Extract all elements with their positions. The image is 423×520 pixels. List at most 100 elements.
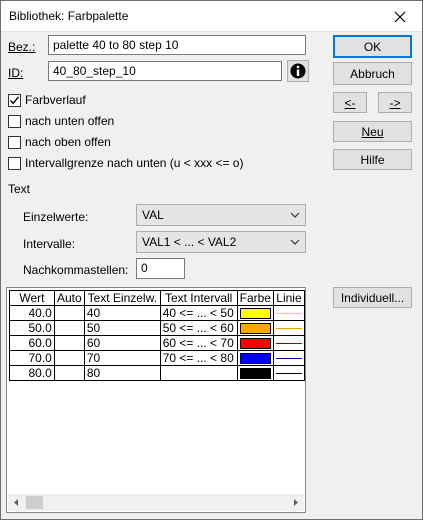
chevron-down-icon bbox=[290, 239, 300, 245]
id-label: ID: bbox=[8, 66, 24, 80]
close-icon bbox=[394, 11, 406, 22]
checkbox-label: nach oben offen bbox=[25, 135, 111, 149]
cell-linie[interactable] bbox=[272, 365, 306, 381]
einzelwerte-label: Einzelwerte: bbox=[23, 210, 89, 224]
column-header-farbe[interactable]: Farbe bbox=[236, 290, 274, 306]
next-button[interactable]: -> bbox=[378, 92, 412, 113]
cell-text-einzelw[interactable]: 60 bbox=[83, 335, 161, 351]
line-swatch bbox=[275, 372, 302, 374]
checkbox-farbverlauf[interactable]: Farbverlauf bbox=[8, 93, 86, 107]
cell-farbe[interactable] bbox=[236, 305, 274, 321]
dialog-window: Bibliothek: Farbpalette Bez.: palette 40… bbox=[0, 0, 423, 520]
color-swatch bbox=[239, 322, 271, 334]
previous-button[interactable]: <- bbox=[333, 92, 367, 113]
text-section-heading: Text bbox=[8, 182, 31, 196]
checkbox-box[interactable] bbox=[8, 156, 21, 170]
cell-auto[interactable] bbox=[53, 350, 85, 366]
horizontal-scrollbar[interactable] bbox=[8, 494, 304, 511]
window-title: Bibliothek: Farbpalette bbox=[9, 9, 129, 23]
ok-button[interactable]: OK bbox=[333, 35, 412, 58]
line-swatch bbox=[275, 327, 302, 329]
checkbox-label: nach unten offen bbox=[25, 114, 115, 128]
cell-farbe[interactable] bbox=[236, 350, 274, 366]
checkbox-intervallgrenze[interactable]: Intervallgrenze nach unten (u < xxx <= o… bbox=[8, 156, 243, 170]
column-header-text-einzelw[interactable]: Text Einzelw. bbox=[83, 290, 161, 306]
column-header-auto[interactable]: Auto bbox=[53, 290, 85, 306]
intervalle-dropdown[interactable]: VAL1 < ... < VAL2 bbox=[136, 231, 306, 253]
arrow-left-icon[interactable] bbox=[12, 498, 21, 507]
einzelwerte-value: VAL bbox=[142, 208, 164, 222]
checkbox-label: Farbverlauf bbox=[25, 93, 86, 107]
scrollbar-thumb[interactable] bbox=[26, 496, 43, 509]
title-bar: Bibliothek: Farbpalette bbox=[1, 1, 422, 32]
checkbox-box[interactable] bbox=[8, 93, 21, 107]
line-swatch bbox=[275, 357, 302, 359]
color-swatch bbox=[239, 337, 271, 349]
palette-grid[interactable]: Wert Auto Text Einzelw. Text Intervall F… bbox=[6, 287, 306, 513]
cell-auto[interactable] bbox=[53, 335, 85, 351]
color-swatch bbox=[239, 367, 271, 379]
color-swatch bbox=[239, 307, 271, 319]
cell-auto[interactable] bbox=[53, 320, 85, 336]
cell-linie[interactable] bbox=[272, 305, 306, 321]
bez-label: Bez.: bbox=[8, 40, 36, 54]
chevron-down-icon bbox=[290, 212, 300, 218]
intervalle-label: Intervalle: bbox=[23, 237, 76, 251]
table-row[interactable]: 80.0 80 bbox=[9, 365, 306, 381]
cell-text-einzelw[interactable]: 80 bbox=[83, 365, 161, 381]
cell-farbe[interactable] bbox=[236, 335, 274, 351]
cell-linie[interactable] bbox=[272, 350, 306, 366]
cell-wert[interactable]: 60.0 bbox=[9, 335, 55, 351]
checkbox-box[interactable] bbox=[8, 135, 21, 149]
cell-text-einzelw[interactable]: 40 bbox=[83, 305, 161, 321]
cell-text-intervall[interactable] bbox=[159, 365, 238, 381]
palette-table: Wert Auto Text Einzelw. Text Intervall F… bbox=[9, 290, 306, 381]
checkbox-nach-unten-offen[interactable]: nach unten offen bbox=[8, 114, 114, 128]
checkbox-nach-oben-offen[interactable]: nach oben offen bbox=[8, 135, 111, 149]
nachkomma-label: Nachkommastellen: bbox=[23, 263, 129, 277]
info-button[interactable] bbox=[287, 60, 309, 82]
cell-farbe[interactable] bbox=[236, 365, 274, 381]
table-row[interactable]: 60.0 60 60 <= ... < 70 bbox=[9, 335, 306, 351]
color-swatch bbox=[239, 352, 271, 364]
cell-wert[interactable]: 50.0 bbox=[9, 320, 55, 336]
cell-auto[interactable] bbox=[53, 365, 85, 381]
checkbox-label: Intervallgrenze nach unten (u < xxx <= o… bbox=[25, 156, 244, 170]
cell-wert[interactable]: 80.0 bbox=[9, 365, 55, 381]
line-swatch bbox=[275, 312, 302, 314]
cell-farbe[interactable] bbox=[236, 320, 274, 336]
line-swatch bbox=[275, 342, 302, 344]
einzelwerte-dropdown[interactable]: VAL bbox=[136, 204, 306, 226]
cell-text-intervall[interactable]: 50 <= ... < 60 bbox=[159, 320, 238, 336]
cell-text-intervall[interactable]: 40 <= ... < 50 bbox=[159, 305, 238, 321]
info-icon bbox=[290, 63, 306, 79]
arrow-right-icon[interactable] bbox=[291, 498, 300, 507]
cell-linie[interactable] bbox=[272, 335, 306, 351]
nachkomma-input[interactable]: 0 bbox=[136, 258, 185, 279]
column-header-text-intervall[interactable]: Text Intervall bbox=[159, 290, 238, 306]
table-row[interactable]: 40.0 40 40 <= ... < 50 bbox=[9, 305, 306, 321]
cell-text-intervall[interactable]: 70 <= ... < 80 bbox=[159, 350, 238, 366]
cell-text-intervall[interactable]: 60 <= ... < 70 bbox=[159, 335, 238, 351]
close-button[interactable] bbox=[378, 1, 422, 32]
table-row[interactable]: 50.0 50 50 <= ... < 60 bbox=[9, 320, 306, 336]
cell-text-einzelw[interactable]: 50 bbox=[83, 320, 161, 336]
cell-wert[interactable]: 70.0 bbox=[9, 350, 55, 366]
new-button[interactable]: Neu bbox=[333, 121, 412, 142]
cell-linie[interactable] bbox=[272, 320, 306, 336]
bez-input[interactable]: palette 40 to 80 step 10 bbox=[48, 35, 306, 55]
cancel-button[interactable]: Abbruch bbox=[333, 62, 412, 85]
column-header-linie[interactable]: Linie bbox=[272, 290, 306, 306]
cell-wert[interactable]: 40.0 bbox=[9, 305, 55, 321]
help-button[interactable]: Hilfe bbox=[333, 149, 412, 170]
table-header-row: Wert Auto Text Einzelw. Text Intervall F… bbox=[9, 290, 306, 306]
individual-button[interactable]: Individuell... bbox=[333, 287, 412, 308]
cell-auto[interactable] bbox=[53, 305, 85, 321]
table-row[interactable]: 70.0 70 70 <= ... < 80 bbox=[9, 350, 306, 366]
cell-text-einzelw[interactable]: 70 bbox=[83, 350, 161, 366]
checkmark-icon bbox=[10, 96, 20, 104]
intervalle-value: VAL1 < ... < VAL2 bbox=[142, 235, 237, 249]
id-input[interactable]: 40_80_step_10 bbox=[48, 61, 282, 81]
checkbox-box[interactable] bbox=[8, 114, 21, 128]
column-header-wert[interactable]: Wert bbox=[9, 290, 55, 306]
